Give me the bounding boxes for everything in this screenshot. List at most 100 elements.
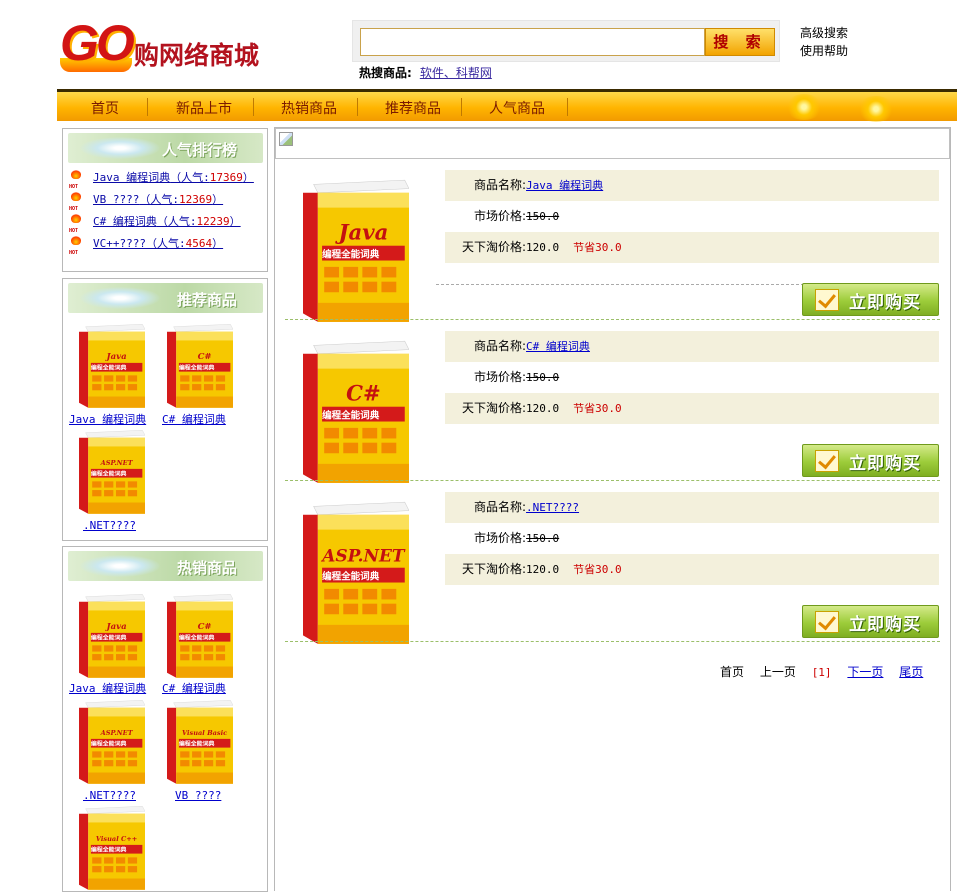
product-thumbnail[interactable]: 编程全能词典 C# xyxy=(167,593,233,679)
nav-recommended[interactable]: 推荐商品 xyxy=(385,98,441,118)
product-thumbnail[interactable]: 编程全能词典 Visual Basic xyxy=(167,699,233,785)
hot-search-link[interactable]: 软件、科帮网 xyxy=(420,66,492,80)
market-price-row: 市场价格:150.0 xyxy=(474,209,560,223)
pager-current: [1] xyxy=(811,666,832,679)
svg-text:C#: C# xyxy=(198,621,212,631)
pager-next[interactable]: 下一页 xyxy=(847,665,883,679)
nav-divider xyxy=(567,98,568,116)
product-divider xyxy=(285,319,940,320)
hot-badge-icon: HOT xyxy=(69,191,83,212)
list-item: HOT Java 编程词典（人气:17369） xyxy=(69,169,265,190)
product-name-row: 商品名称:Java 编程词典 xyxy=(445,170,939,201)
logo-go-text: GO xyxy=(60,15,135,71)
hot-panel-header: 热销商品 xyxy=(68,551,263,581)
rank-item-link[interactable]: VC++????（人气:4564） xyxy=(93,237,223,250)
nav-popular[interactable]: 人气商品 xyxy=(489,98,545,118)
sale-price-row: 天下淘价格:120.0 节省30.0 xyxy=(445,554,939,585)
list-item: HOT VC++????（人气:4564） xyxy=(69,235,265,256)
search-bar: 搜 索 xyxy=(352,20,780,62)
product-cover-image[interactable]: 编程全能词典 C# xyxy=(303,339,409,485)
sale-price: 120.0 xyxy=(526,402,560,415)
product-thumbnail[interactable]: 编程全能词典 ASP.NET xyxy=(79,699,145,785)
site-logo[interactable]: GO 购网络商城 xyxy=(60,14,300,74)
svg-text:编程全能词典: 编程全能词典 xyxy=(322,409,380,421)
nav-divider xyxy=(461,98,462,116)
savings-text: 节省30.0 xyxy=(573,241,622,254)
pagination: 首页 上一页 [1] 下一页 尾页 xyxy=(720,663,923,680)
savings-text: 节省30.0 xyxy=(573,402,622,415)
svg-text:C#: C# xyxy=(198,351,212,361)
svg-text:ASP.NET: ASP.NET xyxy=(100,459,134,467)
panel-deco-icon xyxy=(80,137,160,159)
rank-item-link[interactable]: C# 编程词典（人气:12239） xyxy=(93,215,241,228)
svg-text:ASP.NET: ASP.NET xyxy=(100,729,134,737)
check-icon xyxy=(815,289,839,311)
svg-text:Java: Java xyxy=(104,621,126,631)
product-name-link[interactable]: .NET???? xyxy=(526,501,579,514)
product-link[interactable]: VB ???? xyxy=(175,789,221,802)
buy-now-button[interactable]: 立即购买 xyxy=(802,444,939,477)
buy-now-button[interactable]: 立即购买 xyxy=(802,605,939,638)
product-link[interactable]: C# 编程词典 xyxy=(162,411,226,427)
rank-panel-header: 人气排行榜 xyxy=(68,133,263,163)
recommend-panel-header: 推荐商品 xyxy=(68,283,263,313)
banner-image-placeholder xyxy=(275,128,950,159)
recommend-panel: 推荐商品 编程全能词典 Java Java 编程词典 编程全能词典 C# C# 编程… xyxy=(62,278,268,541)
product-name-link[interactable]: C# 编程词典 xyxy=(526,340,590,353)
hot-badge-icon: HOT xyxy=(69,213,83,234)
market-price: 150.0 xyxy=(526,371,560,384)
nav-hot-sales[interactable]: 热销商品 xyxy=(281,98,337,118)
product-card: 编程全能词典 ASP.NET 商品名称:.NET???? 市场价格:150.0 天… xyxy=(285,490,940,650)
product-divider xyxy=(285,480,940,481)
nav-new-arrivals[interactable]: 新品上市 xyxy=(176,98,232,118)
broken-image-icon xyxy=(279,132,293,146)
hot-badge-icon: HOT xyxy=(69,235,83,256)
check-icon xyxy=(815,611,839,633)
rank-item-link[interactable]: VB ????（人气:12369） xyxy=(93,193,223,206)
pager-last[interactable]: 尾页 xyxy=(899,665,923,679)
divider xyxy=(436,284,804,285)
panel-deco-icon xyxy=(80,287,160,309)
panel-deco-icon xyxy=(80,555,160,577)
product-name-link[interactable]: Java 编程词典 xyxy=(526,179,603,192)
svg-text:C#: C# xyxy=(346,380,381,405)
product-cover-image[interactable]: 编程全能词典 Java xyxy=(303,178,409,324)
product-thumbnail[interactable]: 编程全能词典 Java xyxy=(79,323,145,409)
hot-badge-icon: HOT xyxy=(69,169,83,190)
nav-divider xyxy=(147,98,148,116)
product-name-row: 商品名称:.NET???? xyxy=(445,492,939,523)
svg-text:Visual C++: Visual C++ xyxy=(96,835,137,843)
product-thumbnail[interactable]: 编程全能词典 C# xyxy=(167,323,233,409)
rank-list: HOT Java 编程词典（人气:17369） HOT VB ????（人气:1… xyxy=(69,169,265,257)
nav-divider xyxy=(253,98,254,116)
product-thumbnail[interactable]: 编程全能词典 Visual C++ xyxy=(79,805,145,891)
rank-panel-title: 人气排行榜 xyxy=(161,141,237,159)
pager-first: 首页 xyxy=(720,665,745,679)
product-thumbnail[interactable]: 编程全能词典 ASP.NET xyxy=(79,429,145,515)
buy-now-button[interactable]: 立即购买 xyxy=(802,283,939,316)
product-thumbnail[interactable]: 编程全能词典 Java xyxy=(79,593,145,679)
help-link[interactable]: 使用帮助 xyxy=(800,42,848,59)
product-divider xyxy=(285,641,940,642)
product-cover-image[interactable]: 编程全能词典 ASP.NET xyxy=(303,500,409,646)
sale-price-row: 天下淘价格:120.0 节省30.0 xyxy=(445,393,939,424)
product-link[interactable]: Java 编程词典 xyxy=(69,680,146,696)
product-link[interactable]: Java 编程词典 xyxy=(69,411,146,427)
main-nav: 首页 新品上市 热销商品 推荐商品 人气商品 xyxy=(57,89,957,122)
rank-item-link[interactable]: Java 编程词典（人气:17369） xyxy=(93,171,254,184)
market-price-row: 市场价格:150.0 xyxy=(474,531,560,545)
product-link[interactable]: .NET???? xyxy=(83,519,136,532)
advanced-search-link[interactable]: 高级搜索 xyxy=(800,24,848,41)
product-link[interactable]: .NET???? xyxy=(83,789,136,802)
pager-prev: 上一页 xyxy=(759,665,796,679)
sale-price: 120.0 xyxy=(526,563,560,576)
list-item: HOT C# 编程词典（人气:12239） xyxy=(69,213,265,234)
main-content: 编程全能词典 Java 商品名称:Java 编程词典 市场价格:150.0 天下淘… xyxy=(274,127,951,891)
product-link[interactable]: C# 编程词典 xyxy=(162,680,226,696)
market-price: 150.0 xyxy=(526,210,560,223)
search-input[interactable] xyxy=(360,28,705,56)
search-button[interactable]: 搜 索 xyxy=(705,28,775,56)
nav-home[interactable]: 首页 xyxy=(91,98,119,118)
hot-sales-panel: 热销商品 编程全能词典 Java Java 编程词典 编程全能词典 C# C# 编程… xyxy=(62,546,268,892)
svg-text:编程全能词典: 编程全能词典 xyxy=(322,570,380,582)
